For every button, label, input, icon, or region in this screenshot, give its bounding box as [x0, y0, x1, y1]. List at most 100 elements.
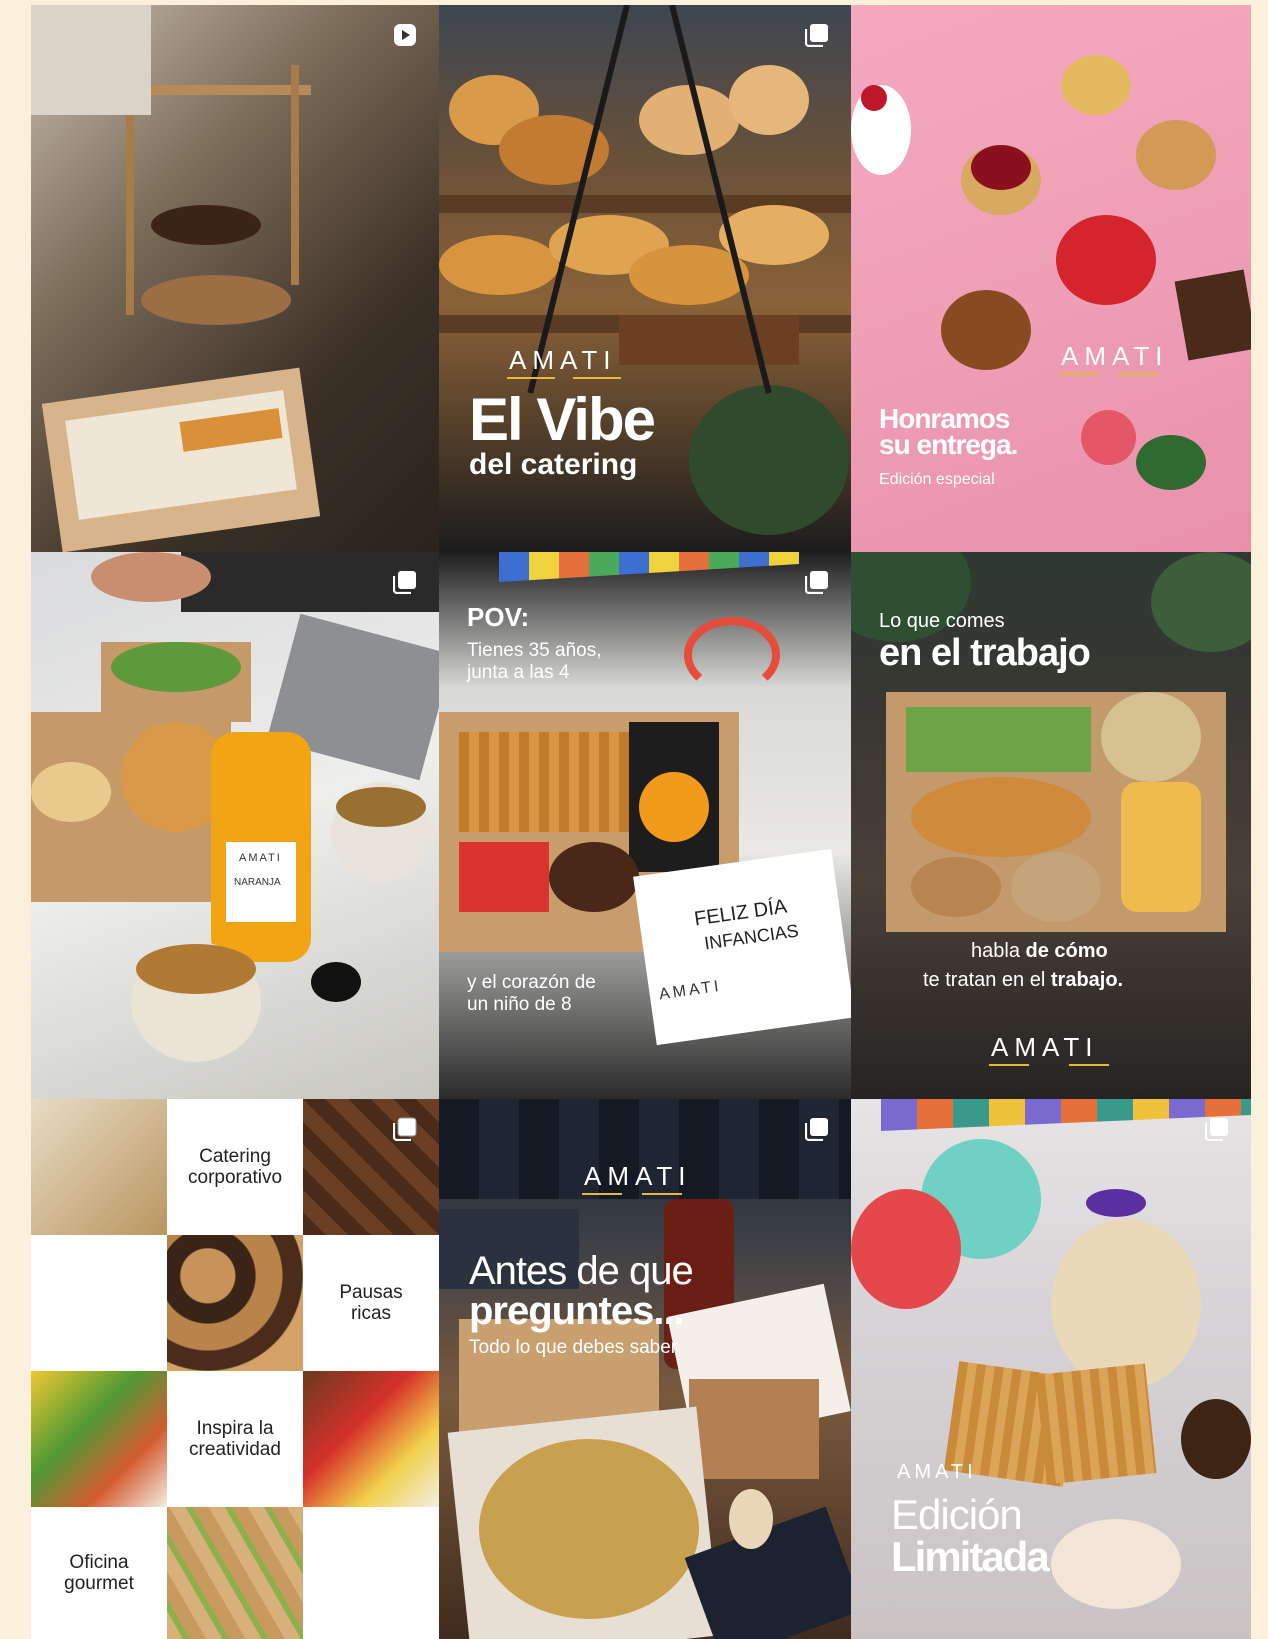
- post-tile-3[interactable]: AMATI Honramos su entrega. Edición espec…: [851, 5, 1251, 552]
- bunting: [881, 1099, 1251, 1131]
- pastry: [639, 85, 739, 155]
- window: [31, 5, 151, 115]
- post-tile-1[interactable]: [31, 5, 439, 552]
- post-caption-line2: te tratan en el trabajo.: [923, 969, 1124, 991]
- brand-underline: [582, 1193, 622, 1195]
- berry: [861, 85, 887, 111]
- brand-watermark: AMATI: [584, 1161, 692, 1191]
- stand-post: [126, 95, 134, 315]
- post-tile-4[interactable]: AMATI NARANJA: [31, 552, 439, 1099]
- chocolate-cup: [1181, 1399, 1251, 1479]
- waffles: [459, 732, 629, 832]
- post-subtitle: Edición especial: [879, 471, 995, 488]
- rose: [1081, 410, 1136, 465]
- fruit-tart: [1061, 55, 1131, 115]
- bottle-brand: AMATI: [239, 852, 282, 864]
- bunting: [499, 552, 799, 582]
- bottle-cap: [311, 962, 361, 1002]
- red-cookie: [1056, 215, 1156, 305]
- stand-post: [291, 65, 299, 285]
- carousel-icon: [1205, 1117, 1229, 1141]
- brand-underline: [573, 377, 621, 379]
- spoon: [729, 1489, 773, 1549]
- berries: [971, 145, 1031, 190]
- cookies: [141, 275, 291, 325]
- salad-compartment: [906, 707, 1091, 772]
- post-tile-7[interactable]: Catering corporativo Pausas ricas Inspir…: [31, 1099, 439, 1639]
- brand-watermark: AMATI: [991, 1032, 1099, 1062]
- popcorn-bag: [1051, 1219, 1201, 1389]
- bowl: [1101, 692, 1201, 782]
- rainbow: [684, 617, 780, 693]
- chocolate-cup: [549, 842, 639, 912]
- post-title: Edición: [891, 1491, 1023, 1538]
- photo-chicken: [167, 1507, 303, 1639]
- photo-brownies: [303, 1099, 439, 1235]
- bottle-label-text: NARANJA: [234, 877, 281, 888]
- post-kicker: Lo que comes: [879, 610, 1005, 632]
- pov-line: Tienes 35 años,: [467, 640, 602, 661]
- brand-underline: [507, 377, 555, 379]
- ribbon: [1086, 1189, 1146, 1217]
- carousel-icon: [805, 1117, 829, 1141]
- juice-bottle: [1121, 782, 1201, 912]
- post-tile-6[interactable]: Lo que comes en el trabajo habla de cómo…: [851, 552, 1251, 1099]
- brand-underline: [642, 1193, 682, 1195]
- muffin: [31, 762, 111, 822]
- gummies: [459, 842, 549, 912]
- pastry: [729, 65, 809, 135]
- brand-underline: [989, 1064, 1029, 1066]
- croissant: [911, 777, 1091, 857]
- post-caption-line1: habla de cómo: [971, 940, 1108, 962]
- collage-label: Inspira la creatividad: [189, 1418, 281, 1460]
- photo-blank: [31, 1235, 167, 1371]
- post-subtitle: Todo lo que debes saber: [469, 1337, 678, 1358]
- photo-cookies: [167, 1235, 303, 1371]
- carousel-icon: [805, 23, 829, 47]
- brand-watermark: AMATI: [897, 1461, 977, 1483]
- collage-label: Oficina gourmet: [64, 1552, 134, 1594]
- donut: [1051, 1519, 1181, 1609]
- berry-tart: [1136, 120, 1216, 190]
- photo-wraps: [31, 1099, 167, 1235]
- brand-underline: [1059, 373, 1099, 375]
- pov-line: y el corazón de: [467, 972, 596, 993]
- post-headline: en el trabajo: [879, 632, 1091, 674]
- pov-label: POV:: [467, 602, 530, 632]
- post-title: El Vibe: [469, 386, 656, 453]
- brand-underline: [1069, 1064, 1109, 1066]
- photo-salad: [31, 1371, 167, 1507]
- pecan-tart: [941, 290, 1031, 370]
- hand: [91, 552, 211, 602]
- brand-watermark: AMATI: [509, 345, 617, 375]
- fruit-cup-fill: [336, 787, 426, 827]
- reel-icon: [393, 23, 417, 47]
- carousel-icon: [393, 1117, 417, 1141]
- post-title-line2: Limitada: [891, 1533, 1050, 1580]
- post-tile-8[interactable]: AMATI Antes de que preguntes... Todo lo …: [439, 1099, 851, 1639]
- post-title-line2: su entrega.: [879, 429, 1018, 460]
- croissant: [439, 235, 559, 295]
- granola: [136, 944, 256, 994]
- post-tile-9[interactable]: AMATI Edición Limitada: [851, 1099, 1251, 1639]
- photo-salad-2: [303, 1371, 439, 1507]
- post-tile-2[interactable]: AMATI El Vibe del catering: [439, 5, 851, 552]
- pov-line: junta a las 4: [467, 662, 570, 683]
- collage-label: Catering corporativo: [188, 1146, 283, 1188]
- plant: [1151, 552, 1251, 652]
- post-title-line2: preguntes...: [469, 1289, 685, 1333]
- brownie-box: [689, 1379, 819, 1479]
- leaves: [689, 385, 849, 535]
- salad: [111, 642, 241, 692]
- carousel-icon: [805, 570, 829, 594]
- post-subtitle: del catering: [469, 448, 638, 481]
- pov-line: un niño de 8: [467, 994, 572, 1015]
- balloon-red: [851, 1189, 961, 1309]
- orange: [639, 772, 709, 842]
- brand-underline: [1119, 373, 1159, 375]
- brownie: [1174, 269, 1251, 361]
- yogurt: [1011, 852, 1101, 922]
- photo-blank: [303, 1507, 439, 1639]
- waffle: [1035, 1363, 1157, 1485]
- post-tile-5[interactable]: FELIZ DÍA INFANCIAS AMATI POV: Tienes 35…: [439, 552, 851, 1099]
